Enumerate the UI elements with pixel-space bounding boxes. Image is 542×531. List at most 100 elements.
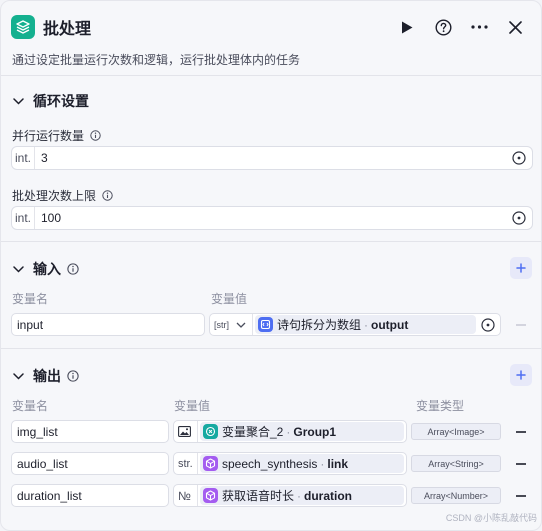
run-button[interactable]	[389, 13, 425, 41]
batch-logo-icon	[11, 15, 35, 39]
batch-limit-input[interactable]: int. 100	[11, 206, 533, 230]
reference-variable: Group1	[293, 424, 337, 439]
string-type-icon: str.	[178, 457, 193, 470]
inputs-toggle[interactable]: 输入	[11, 259, 79, 279]
info-icon[interactable]	[102, 190, 113, 201]
play-icon	[402, 21, 413, 33]
page-title: 批处理	[43, 21, 92, 38]
minus-icon	[516, 431, 526, 433]
type-selector[interactable]: [str]	[210, 314, 253, 335]
code-node-icon	[258, 317, 273, 332]
minus-icon	[516, 324, 526, 326]
remove-output-button[interactable]	[515, 458, 527, 470]
reference-node-name: 变量聚合_2	[222, 425, 284, 439]
divider	[1, 241, 541, 242]
output-col-value: 变量值	[174, 399, 211, 413]
image-icon	[178, 426, 191, 437]
reference-separator: ·	[286, 424, 291, 439]
add-output-button[interactable]	[510, 364, 532, 386]
remove-input-button[interactable]	[515, 319, 527, 331]
stepper-icon[interactable]	[512, 151, 526, 165]
type-selector[interactable]	[174, 421, 198, 442]
plus-icon	[516, 370, 526, 380]
loop-settings-toggle[interactable]: 循环设置	[11, 91, 89, 111]
input-name-field[interactable]: input	[11, 313, 205, 336]
close-button[interactable]	[497, 13, 533, 41]
int-type-prefix: int.	[12, 207, 35, 229]
parallel-count-value: 3	[41, 151, 48, 165]
stepper-icon[interactable]	[512, 211, 526, 225]
minus-icon	[516, 495, 526, 497]
output-value-field[interactable]: str. speech_synthesis · link	[173, 452, 407, 475]
outputs-toggle[interactable]: 输出	[11, 366, 79, 386]
output-type-badge: Array<String>	[411, 455, 501, 472]
output-name-field[interactable]: img_list	[11, 420, 169, 443]
input-value-field[interactable]: [str] 诗句拆分为数组 · output	[209, 313, 501, 336]
number-type-icon: №	[178, 488, 191, 503]
reference-variable: duration	[304, 488, 353, 503]
reference-variable: link	[327, 456, 349, 471]
add-input-button[interactable]	[510, 257, 532, 279]
input-col-name: 变量名	[12, 292, 49, 306]
watermark: CSDN @小陈乱敲代码	[445, 513, 537, 523]
chevron-down-icon	[11, 262, 25, 276]
panel-description: 通过设定批量运行次数和逻辑，运行批处理体内的任务	[12, 53, 301, 67]
output-value-field[interactable]: № 获取语音时长 · duration	[173, 484, 407, 507]
chevron-down-icon	[11, 369, 25, 383]
output-type-badge: Array<Number>	[411, 487, 501, 504]
reference-node-name: 诗句拆分为数组	[277, 318, 362, 332]
help-button[interactable]	[425, 13, 461, 41]
output-name-field[interactable]: duration_list	[11, 484, 169, 507]
variable-reference-chip[interactable]: speech_synthesis · link	[200, 454, 404, 473]
batch-limit-label: 批处理次数上限	[12, 189, 97, 203]
output-col-type: 变量类型	[416, 399, 465, 413]
parallel-count-input[interactable]: int. 3	[11, 146, 533, 170]
plugin-node-icon	[203, 488, 218, 503]
variable-reference-chip[interactable]: 变量聚合_2 · Group1	[200, 422, 404, 441]
info-icon[interactable]	[67, 263, 79, 275]
info-icon[interactable]	[67, 370, 79, 382]
output-col-name: 变量名	[12, 399, 49, 413]
header-actions	[389, 13, 533, 41]
panel-header: 批处理	[11, 13, 533, 41]
info-icon[interactable]	[90, 130, 101, 141]
variable-reference-chip[interactable]: 获取语音时长 · duration	[200, 486, 404, 505]
help-icon	[434, 18, 452, 36]
type-selector[interactable]: str.	[174, 453, 198, 474]
reference-node-name: speech_synthesis	[222, 456, 318, 471]
reference-separator: ·	[297, 488, 302, 503]
variable-picker-icon[interactable]	[481, 318, 495, 332]
reference-variable: output	[371, 317, 409, 332]
divider	[1, 348, 541, 349]
variable-reference-chip[interactable]: 诗句拆分为数组 · output	[255, 315, 476, 334]
divider	[1, 75, 541, 76]
int-type-prefix: int.	[12, 147, 35, 169]
array-string-type-icon: [str]	[214, 319, 229, 330]
parallel-count-label: 并行运行数量	[12, 129, 85, 143]
loop-settings-title: 循环设置	[33, 93, 89, 109]
output-value-field[interactable]: 变量聚合_2 · Group1	[173, 420, 407, 443]
type-selector[interactable]: №	[174, 485, 198, 506]
parallel-count-label-row: 并行运行数量	[12, 127, 101, 144]
remove-output-button[interactable]	[515, 426, 527, 438]
more-button[interactable]	[461, 13, 497, 41]
output-name-field[interactable]: audio_list	[11, 452, 169, 475]
close-icon	[508, 20, 522, 34]
chevron-down-icon	[11, 94, 25, 108]
input-col-value: 变量值	[211, 292, 248, 306]
more-icon	[470, 25, 488, 29]
batch-limit-label-row: 批处理次数上限	[12, 187, 113, 204]
outputs-title: 输出	[33, 368, 61, 384]
chevron-down-icon	[236, 322, 246, 328]
reference-separator: ·	[364, 317, 369, 332]
output-type-badge: Array<Image>	[411, 423, 501, 440]
batch-node-panel: 批处理 通过设定批量运行次数和逻辑，运行批处理体内的任务 循环设置 并行运行数量…	[0, 0, 542, 531]
reference-node-name: 获取语音时长	[222, 489, 295, 503]
batch-limit-value: 100	[41, 211, 62, 225]
variable-merge-node-icon	[203, 424, 218, 439]
minus-icon	[516, 463, 526, 465]
reference-separator: ·	[320, 456, 325, 471]
plus-icon	[516, 263, 526, 273]
inputs-title: 输入	[33, 261, 61, 277]
remove-output-button[interactable]	[515, 490, 527, 502]
